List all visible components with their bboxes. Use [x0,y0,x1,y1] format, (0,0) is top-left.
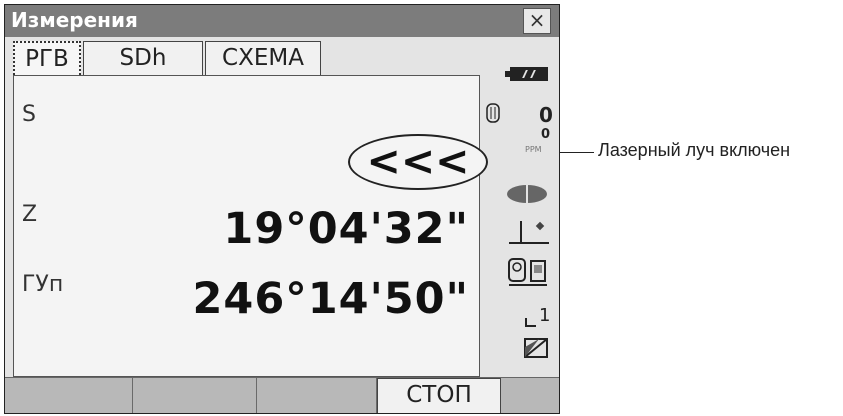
connection-icon[interactable] [505,255,551,289]
annotation-leader-line [560,152,594,153]
measurement-panel: S <<< Z 19°04'32" ГУп 246°14'50" [13,75,488,377]
window-title: Измерения [11,8,138,32]
status-column: 0 0 PPM 1 [481,65,559,377]
tab-schema[interactable]: СХЕМА [205,41,321,75]
softkey-bar: СТОП [5,377,559,413]
tilt-icon[interactable] [507,217,551,247]
ppm-value: 0 [541,127,551,142]
close-button[interactable]: × [523,8,551,34]
prism-icon[interactable] [485,103,501,123]
laser-annotation: Лазерный луч включен [598,140,791,160]
zenith-value: 19°04'32" [223,204,469,254]
distance-label: S [22,102,36,127]
stop-button[interactable]: СТОП [377,378,501,413]
input-mode-icon[interactable] [523,337,551,361]
channel-number: 1 [539,305,551,326]
softkey-2[interactable] [133,378,257,413]
title-bar: Измерения × [5,5,559,37]
measurement-screen: Измерения × РГВ SDh СХЕМА S <<< Z 19°04'… [4,4,560,414]
horizontal-angle-label: ГУп [22,272,64,297]
tab-sdh[interactable]: SDh [83,41,203,75]
softkey-3[interactable] [257,378,377,413]
prism-constant-value: 0 [539,103,553,127]
zenith-label: Z [22,202,38,227]
tab-rgv[interactable]: РГВ [13,41,81,75]
horizontal-angle-value: 246°14'50" [192,274,469,324]
close-icon: × [528,8,546,32]
tab-bar: РГВ SDh СХЕМА [13,41,493,77]
softkey-5[interactable] [501,378,559,413]
channel-icon [525,318,536,327]
laser-indicator: <<< [348,134,488,190]
ppm-unit: PPM [525,145,542,154]
laser-plummet-icon[interactable] [505,183,549,205]
softkey-1[interactable] [5,378,133,413]
